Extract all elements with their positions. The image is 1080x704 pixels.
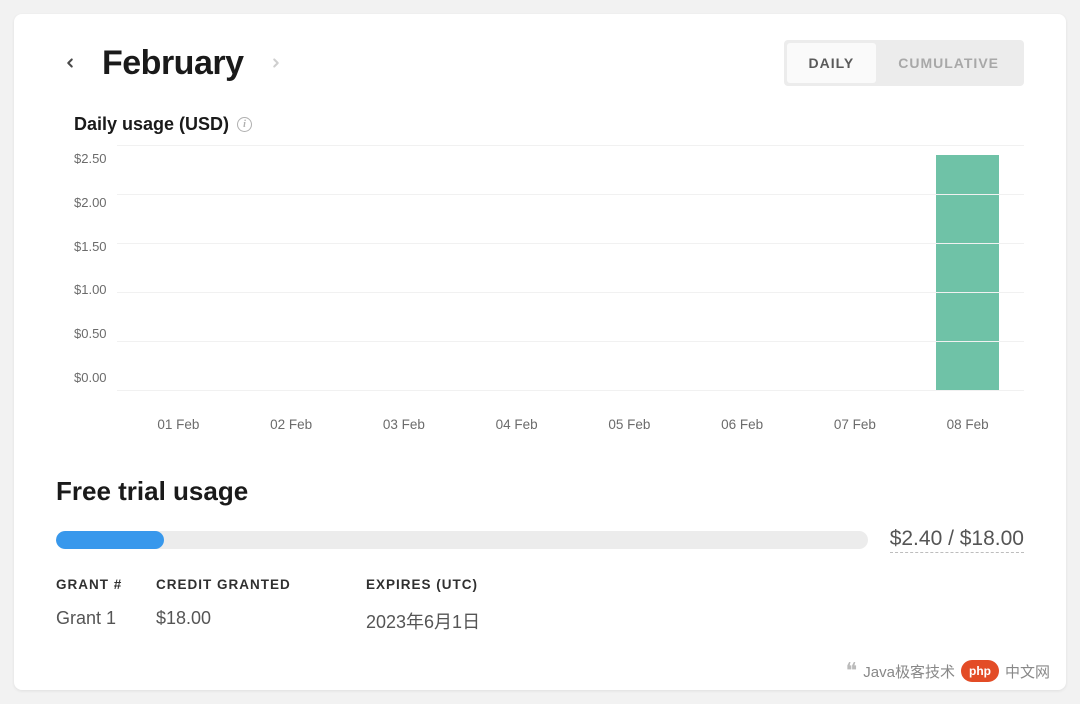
td-expires: 2023年6月1日 (366, 592, 626, 634)
th-expires: EXPIRES (UTC) (366, 577, 626, 592)
toggle-cumulative[interactable]: CUMULATIVE (876, 43, 1021, 83)
progress-fill (56, 531, 164, 549)
chart: $2.50 $2.00 $1.50 $1.00 $0.50 $0.00 (74, 145, 1024, 405)
view-toggle: DAILY CUMULATIVE (784, 40, 1024, 86)
x-tick: 03 Feb (348, 417, 461, 432)
y-tick: $0.50 (74, 326, 107, 341)
next-month-button[interactable] (262, 49, 290, 77)
td-credit: $18.00 (156, 592, 366, 634)
td-grant: Grant 1 (56, 592, 156, 634)
chart-title: Daily usage (USD) (74, 114, 229, 135)
plot-area (117, 145, 1024, 391)
x-tick: 07 Feb (799, 417, 912, 432)
x-tick: 04 Feb (460, 417, 573, 432)
bar[interactable] (936, 155, 1000, 390)
watermark-prefix: Java极客技术 (863, 661, 955, 682)
bar-slot (570, 145, 683, 390)
month-title: February (102, 44, 244, 83)
gridline (117, 243, 1024, 244)
gridline (117, 292, 1024, 293)
table-header: GRANT # CREDIT GRANTED EXPIRES (UTC) (56, 577, 1024, 592)
x-tick: 05 Feb (573, 417, 686, 432)
x-tick: 01 Feb (122, 417, 235, 432)
grants-table: GRANT # CREDIT GRANTED EXPIRES (UTC) Gra… (56, 577, 1024, 634)
watermark: ❝ Java极客技术 php 中文网 (845, 658, 1050, 684)
gridline (117, 145, 1024, 146)
table-row: Grant 1 $18.00 2023年6月1日 (56, 592, 1024, 634)
prev-month-button[interactable] (56, 49, 84, 77)
y-tick: $0.00 (74, 370, 107, 385)
bar-slot (343, 145, 456, 390)
bars-container (117, 145, 1024, 390)
progress-row: $2.40 / $18.00 (56, 527, 1024, 553)
bar-slot (684, 145, 797, 390)
y-axis: $2.50 $2.00 $1.50 $1.00 $0.50 $0.00 (74, 145, 117, 385)
chevron-right-icon (269, 56, 283, 70)
x-axis: 01 Feb02 Feb03 Feb04 Feb05 Feb06 Feb07 F… (122, 417, 1024, 432)
y-tick: $1.50 (74, 239, 107, 254)
month-navigator: February (56, 44, 290, 83)
progress-label: $2.40 / $18.00 (890, 527, 1024, 553)
x-tick: 02 Feb (235, 417, 348, 432)
info-icon[interactable]: i (237, 117, 252, 132)
y-tick: $2.50 (74, 151, 107, 166)
free-trial-title: Free trial usage (56, 476, 1024, 507)
gridline (117, 194, 1024, 195)
gridline (117, 341, 1024, 342)
th-credit: CREDIT GRANTED (156, 577, 366, 592)
x-tick: 08 Feb (911, 417, 1024, 432)
gridline (117, 390, 1024, 391)
header-row: February DAILY CUMULATIVE (56, 40, 1024, 86)
toggle-daily[interactable]: DAILY (787, 43, 877, 83)
usage-card: February DAILY CUMULATIVE Daily usage (U… (14, 14, 1066, 690)
wechat-icon: ❝ (845, 658, 857, 684)
bar-slot (457, 145, 570, 390)
y-tick: $1.00 (74, 282, 107, 297)
chevron-left-icon (63, 56, 77, 70)
bar-slot (117, 145, 230, 390)
progress-bar (56, 531, 868, 549)
watermark-suffix: 中文网 (1005, 661, 1050, 682)
bar-slot (911, 145, 1024, 390)
bar-slot (797, 145, 910, 390)
x-tick: 06 Feb (686, 417, 799, 432)
bar-slot (230, 145, 343, 390)
y-tick: $2.00 (74, 195, 107, 210)
th-grant: GRANT # (56, 577, 156, 592)
watermark-logo: php (961, 660, 999, 682)
chart-title-row: Daily usage (USD) i (74, 114, 1024, 135)
